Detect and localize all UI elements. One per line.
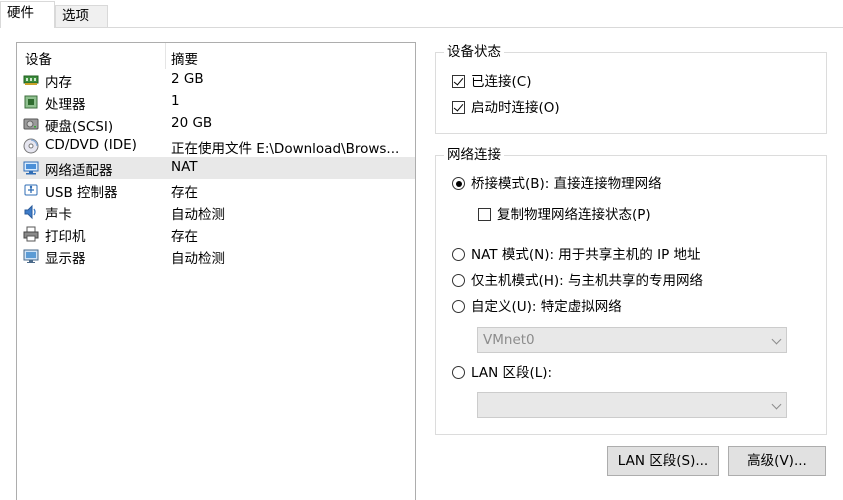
host-only-label: 仅主机模式(H): 与主机共享的专用网络: [471, 273, 704, 289]
tab-options-label: 选项: [62, 8, 89, 24]
device-summary: 正在使用文件 E:\Download\Brows...: [171, 141, 400, 157]
device-name: 声卡: [45, 207, 72, 223]
device-summary: 1: [171, 93, 180, 109]
tab-options[interactable]: 选项: [55, 5, 108, 27]
lan-segment-dropdown[interactable]: [477, 392, 787, 418]
device-row-memory[interactable]: 内存 2 GB: [17, 69, 415, 91]
network-adapter-icon: [23, 161, 39, 175]
connect-at-power-on-label: 启动时连接(O): [471, 100, 560, 116]
device-name: 网络适配器: [45, 163, 113, 179]
lan-segment-label: LAN 区段(L):: [471, 365, 553, 381]
device-row-display[interactable]: 显示器 自动检测: [17, 245, 415, 267]
tab-hardware[interactable]: 硬件: [0, 1, 55, 28]
tab-bar: 硬件 选项: [0, 0, 843, 28]
checkbox-checked-icon[interactable]: [452, 101, 465, 114]
radio-unselected-icon[interactable]: [452, 248, 465, 261]
processor-icon: [24, 95, 38, 109]
device-name: 硬盘(SCSI): [45, 119, 114, 135]
usb-controller-icon: [24, 184, 38, 196]
connected-label: 已连接(C): [471, 74, 532, 90]
device-name: 内存: [45, 75, 72, 91]
lan-segments-button[interactable]: LAN 区段(S)...: [607, 446, 719, 476]
radio-selected-icon[interactable]: [452, 177, 465, 190]
bridged-radio[interactable]: 桥接模式(B): 直接连接物理网络: [452, 175, 662, 193]
device-name: CD/DVD (IDE): [45, 137, 137, 153]
connected-checkbox[interactable]: 已连接(C): [452, 73, 531, 91]
nat-radio[interactable]: NAT 模式(N): 用于共享主机的 IP 地址: [452, 246, 701, 264]
advanced-button[interactable]: 高级(V)...: [728, 446, 826, 476]
nat-label: NAT 模式(N): 用于共享主机的 IP 地址: [471, 247, 701, 263]
device-name: 处理器: [45, 97, 86, 113]
custom-radio[interactable]: 自定义(U): 特定虚拟网络: [452, 298, 622, 316]
column-header-summary[interactable]: 摘要: [171, 48, 198, 68]
bridged-label: 桥接模式(B): 直接连接物理网络: [471, 176, 662, 192]
device-row-usb-controller[interactable]: USB 控制器 存在: [17, 179, 415, 201]
custom-label: 自定义(U): 特定虚拟网络: [471, 299, 622, 315]
device-row-sound-card[interactable]: 声卡 自动检测: [17, 201, 415, 223]
lan-segments-button-label: LAN 区段(S)...: [617, 453, 709, 469]
device-row-processor[interactable]: 处理器 1: [17, 91, 415, 113]
replicate-state-label: 复制物理网络连接状态(P): [497, 207, 651, 223]
device-row-printer[interactable]: 打印机 存在: [17, 223, 415, 245]
lan-segment-radio[interactable]: LAN 区段(L):: [452, 364, 552, 382]
device-name: 打印机: [45, 229, 86, 245]
replicate-state-checkbox[interactable]: 复制物理网络连接状态(P): [478, 206, 651, 224]
device-summary: 自动检测: [171, 251, 225, 267]
device-summary: 2 GB: [171, 71, 204, 87]
radio-unselected-icon[interactable]: [452, 366, 465, 379]
memory-icon: [23, 75, 39, 85]
device-list-header: 设备 摘要: [17, 43, 415, 69]
device-row-hard-disk[interactable]: 硬盘(SCSI) 20 GB: [17, 113, 415, 135]
host-only-radio[interactable]: 仅主机模式(H): 与主机共享的专用网络: [452, 272, 703, 290]
radio-unselected-icon[interactable]: [452, 300, 465, 313]
printer-icon: [23, 226, 39, 242]
cd-dvd-icon: [23, 138, 39, 154]
column-header-device[interactable]: 设备: [25, 48, 52, 68]
device-summary: 存在: [171, 229, 198, 245]
sound-card-icon: [24, 204, 36, 220]
advanced-button-label: 高级(V)...: [747, 453, 807, 469]
checkbox-checked-icon[interactable]: [452, 75, 465, 88]
custom-network-value: VMnet0: [483, 332, 535, 348]
checkbox-unchecked-icon[interactable]: [478, 208, 491, 221]
hard-disk-icon: [23, 118, 39, 130]
column-separator[interactable]: [165, 43, 166, 69]
connect-at-power-on-checkbox[interactable]: 启动时连接(O): [452, 99, 560, 117]
device-status-title: 设备状态: [444, 44, 504, 60]
network-connection-title: 网络连接: [444, 147, 504, 163]
device-name: USB 控制器: [45, 185, 118, 201]
radio-unselected-icon[interactable]: [452, 274, 465, 287]
device-summary: NAT: [171, 159, 198, 175]
device-summary: 存在: [171, 185, 198, 201]
custom-network-dropdown[interactable]: VMnet0: [477, 327, 787, 353]
device-summary: 自动检测: [171, 207, 225, 223]
display-icon: [23, 249, 39, 263]
device-list[interactable]: 设备 摘要 内存 2 GB 处理器 1 硬盘(SCSI) 20 GB CD/DV…: [16, 42, 416, 500]
device-row-network-adapter[interactable]: 网络适配器 NAT: [17, 157, 415, 179]
device-summary: 20 GB: [171, 115, 213, 131]
device-name: 显示器: [45, 251, 86, 267]
tab-divider: [0, 27, 843, 28]
device-status-group: 设备状态 已连接(C) 启动时连接(O): [435, 44, 827, 134]
network-connection-group: 网络连接 桥接模式(B): 直接连接物理网络 复制物理网络连接状态(P) NAT…: [435, 147, 827, 435]
tab-hardware-label: 硬件: [7, 5, 34, 21]
chevron-down-icon: [771, 334, 782, 345]
chevron-down-icon: [771, 399, 782, 410]
device-row-cd-dvd[interactable]: CD/DVD (IDE) 正在使用文件 E:\Download\Brows...: [17, 135, 415, 157]
